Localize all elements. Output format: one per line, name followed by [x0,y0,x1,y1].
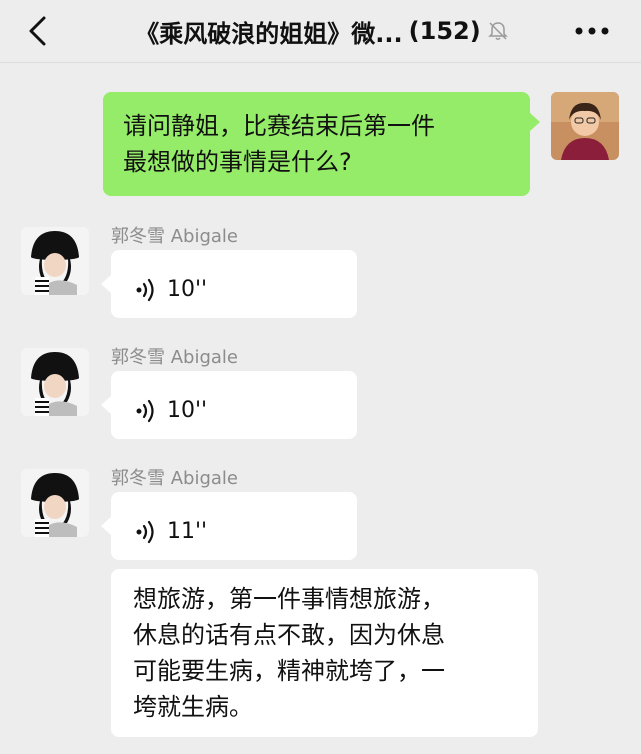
group-name: 《乘风破浪的姐姐》微... [135,19,403,48]
sender-name: 郭冬雪 Abigale [111,226,238,247]
voice-wave-icon [136,520,154,544]
sender-avatar[interactable] [21,469,89,537]
message-line: 请问静姐，比赛结束后第一件 [123,112,435,140]
message-line: 垮就生病。 [133,693,253,721]
message-line: 想旅游，第一件事情想旅游， [133,585,445,613]
bubble-tail [101,275,111,293]
voice-message-bubble[interactable]: 10'' [111,371,357,439]
self-avatar[interactable] [551,92,619,160]
more-options-button[interactable] [572,18,612,44]
chat-screen: 《乘风破浪的姐姐》微... (152) 请问静姐，比赛结束后第一件 最想做的事情… [0,0,641,754]
voice-duration: 11'' [167,519,208,544]
received-text-bubble[interactable]: 想旅游，第一件事情想旅游， 休息的话有点不敢，因为休息 可能要生病，精神就垮了，… [111,569,538,737]
voice-duration: 10'' [167,398,208,423]
voice-wave-icon [136,278,154,302]
message-list[interactable]: 请问静姐，比赛结束后第一件 最想做的事情是什么? 郭冬雪 Abigale 10'… [0,63,641,754]
sender-avatar[interactable] [21,227,89,295]
chat-title[interactable]: 《乘风破浪的姐姐》微... (152) [92,0,552,62]
bell-off-icon [487,22,508,40]
message-line: 最想做的事情是什么? [123,148,352,176]
voice-message-bubble[interactable]: 11'' [111,492,357,560]
voice-message-bubble[interactable]: 10'' [111,250,357,318]
message-line: 可能要生病，精神就垮了，一 [133,657,445,685]
chevron-left-icon [29,16,46,46]
sender-avatar[interactable] [21,348,89,416]
voice-wave-icon [136,399,154,423]
sent-text-bubble[interactable]: 请问静姐，比赛结束后第一件 最想做的事情是什么? [103,92,530,196]
message-line: 休息的话有点不敢，因为休息 [133,621,445,649]
bubble-tail [530,113,540,131]
chat-header: 《乘风破浪的姐姐》微... (152) [0,0,641,63]
back-button[interactable] [22,12,56,50]
sender-name: 郭冬雪 Abigale [111,468,238,489]
more-dots-icon [575,27,609,35]
member-count: (152) [408,17,481,45]
sender-name: 郭冬雪 Abigale [111,347,238,368]
voice-duration: 10'' [167,277,208,302]
bubble-tail [101,396,111,414]
bubble-tail [101,517,111,535]
